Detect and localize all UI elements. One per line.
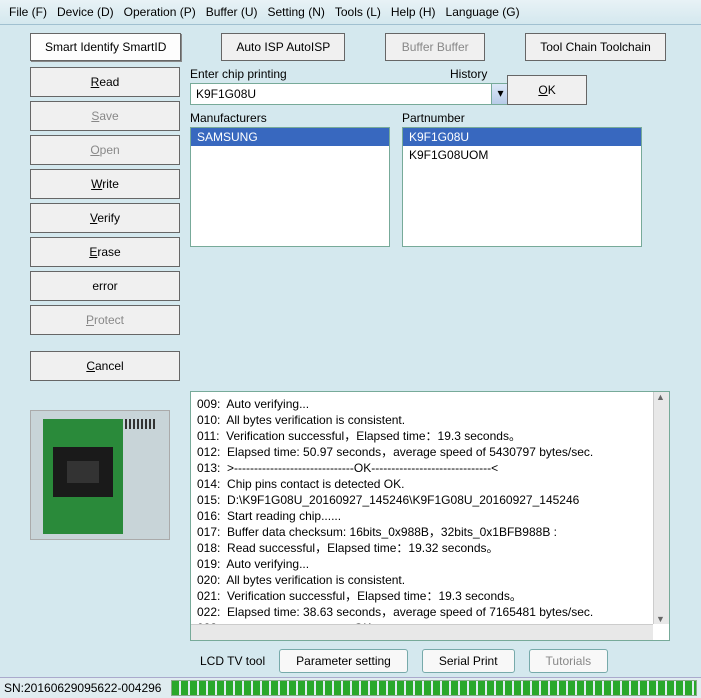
log-line: 020: All bytes verification is consisten… [197,572,663,588]
error-button[interactable]: error [30,271,180,301]
bottom-bar: LCD TV tool Parameter setting Serial Pri… [0,645,701,677]
partnumber-label: Partnumber [402,111,642,125]
horizontal-scrollbar[interactable] [191,624,653,640]
progress-bar [171,680,697,696]
history-label: History [450,67,487,81]
menu-language[interactable]: Language (G) [442,3,524,21]
menu-setting[interactable]: Setting (N) [264,3,329,21]
menu-tools[interactable]: Tools (L) [331,3,385,21]
log-line: 010: All bytes verification is consisten… [197,412,663,428]
partnumber-list[interactable]: K9F1G08U K9F1G08UOM [402,127,642,247]
parameter-setting-button[interactable]: Parameter setting [279,649,408,673]
top-button-row: Smart Identify SmartID Auto ISP AutoISP … [0,25,701,67]
auto-isp-button[interactable]: Auto ISP AutoISP [221,33,345,61]
menu-operation[interactable]: Operation (P) [120,3,200,21]
serial-number-label: SN:20160629095622-004296 [4,681,161,695]
smart-identify-button[interactable]: Smart Identify SmartID [30,33,181,61]
manufacturers-label: Manufacturers [190,111,390,125]
open-button: Open [30,135,180,165]
log-line: 012: Elapsed time: 50.97 seconds，average… [197,444,663,460]
list-item[interactable]: K9F1G08UOM [403,146,641,164]
save-button: Save [30,101,180,131]
write-button[interactable]: Write [30,169,180,199]
vertical-scrollbar[interactable] [653,392,669,624]
tutorials-button: Tutorials [529,649,609,673]
adapter-photo [30,410,170,540]
log-line: 018: Read successful，Elapsed time：19.32 … [197,540,663,556]
menu-bar: File (F) Device (D) Operation (P) Buffer… [0,0,701,25]
chip-print-input[interactable] [190,83,492,105]
log-line: 022: Elapsed time: 38.63 seconds，average… [197,604,663,620]
action-sidebar: Read Save Open Write Verify Erase error … [30,67,180,381]
log-line: 016: Start reading chip...... [197,508,663,524]
toolchain-button[interactable]: Tool Chain Toolchain [525,33,666,61]
protect-button: Protect [30,305,180,335]
chip-socket-icon [43,419,123,534]
log-line: 015: D:\K9F1G08U_20160927_145246\K9F1G08… [197,492,663,508]
menu-buffer[interactable]: Buffer (U) [202,3,262,21]
verify-button[interactable]: Verify [30,203,180,233]
log-line: 009: Auto verifying... [197,396,663,412]
log-line: 011: Verification successful，Elapsed tim… [197,428,663,444]
serial-print-button[interactable]: Serial Print [422,649,515,673]
log-line: 013: >------------------------------OK--… [197,460,663,476]
cancel-button[interactable]: Cancel [30,351,180,381]
log-line: 021: Verification successful，Elapsed tim… [197,588,663,604]
list-item[interactable]: SAMSUNG [191,128,389,146]
menu-help[interactable]: Help (H) [387,3,440,21]
menu-device[interactable]: Device (D) [53,3,118,21]
log-panel[interactable]: 009: Auto verifying...010: All bytes ver… [190,391,670,641]
lcd-tv-tool-label: LCD TV tool [200,654,265,668]
read-button[interactable]: Read [30,67,180,97]
pin-header-icon [125,419,157,429]
menu-file[interactable]: File (F) [5,3,51,21]
manufacturers-list[interactable]: SAMSUNG [190,127,390,247]
erase-button[interactable]: Erase [30,237,180,267]
ok-button[interactable]: OK [507,75,586,105]
status-bar: SN:20160629095622-004296 [0,677,701,698]
log-line: 017: Buffer data checksum: 16bits_0x988B… [197,524,663,540]
log-line: 014: Chip pins contact is detected OK. [197,476,663,492]
list-item[interactable]: K9F1G08U [403,128,641,146]
log-line: 019: Auto verifying... [197,556,663,572]
buffer-button: Buffer Buffer [385,33,485,61]
